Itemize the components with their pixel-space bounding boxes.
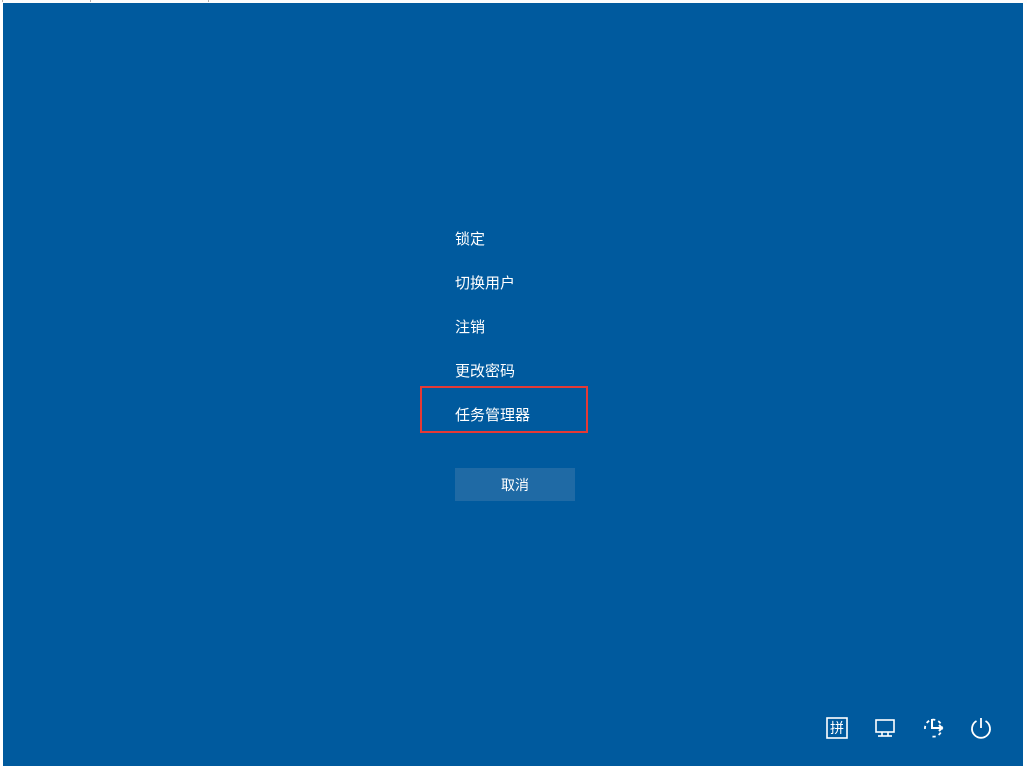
menu-item-lock[interactable]: 锁定 xyxy=(455,218,655,262)
network-icon[interactable] xyxy=(873,716,897,740)
menu-item-switch-user[interactable]: 切换用户 xyxy=(455,262,655,306)
security-options-screen: 锁定 切换用户 注销 更改密码 任务管理器 取消 拼 xyxy=(3,3,1023,766)
power-icon[interactable] xyxy=(969,716,993,740)
security-options-menu: 锁定 切换用户 注销 更改密码 任务管理器 xyxy=(455,218,655,438)
cancel-button[interactable]: 取消 xyxy=(455,468,575,501)
bottom-icon-row: 拼 xyxy=(825,716,993,740)
ime-icon[interactable]: 拼 xyxy=(825,716,849,740)
svg-text:拼: 拼 xyxy=(830,721,844,737)
menu-item-change-password[interactable]: 更改密码 xyxy=(455,350,655,394)
menu-item-sign-out[interactable]: 注销 xyxy=(455,306,655,350)
ease-of-access-icon[interactable] xyxy=(921,716,945,740)
menu-item-task-manager[interactable]: 任务管理器 xyxy=(455,394,655,438)
